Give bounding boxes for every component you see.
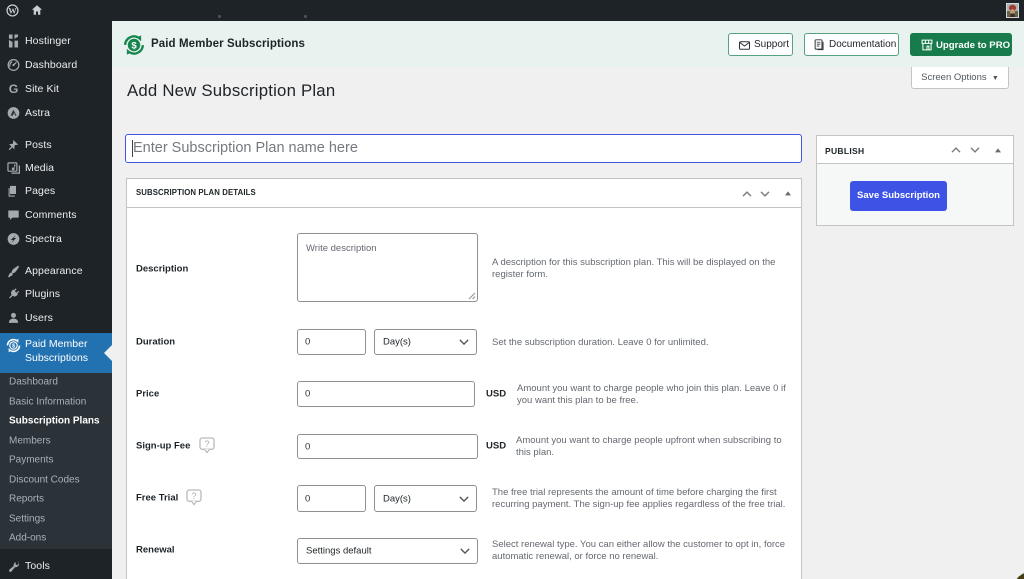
svg-text:G: G: [9, 83, 19, 96]
svg-text:?: ?: [204, 439, 209, 449]
svg-text:?: ?: [191, 491, 196, 501]
svg-text:$: $: [131, 41, 137, 52]
svg-text:W: W: [8, 6, 17, 16]
